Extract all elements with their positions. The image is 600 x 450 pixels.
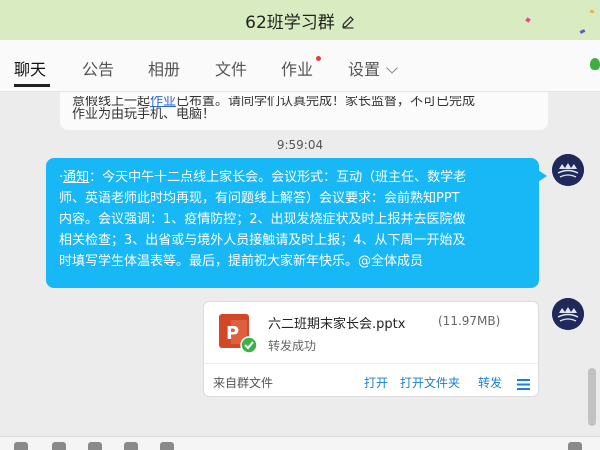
notice-message-bubble[interactable]: ·通知：今天中午十二点线上家长会。会议形式：互动（班主任、数学老 师、英语老师此… — [46, 158, 547, 288]
group-name: 62班学习群 — [245, 13, 335, 33]
tab-homework[interactable]: 作业 — [281, 56, 313, 80]
group-title[interactable]: 62班学习群 — [0, 8, 600, 33]
notification-dot — [316, 56, 321, 61]
notice-line: 内容。会议强调：1、疫情防控；2、出现发烧症状及时上报并去医院做 — [59, 212, 466, 227]
notice-link[interactable]: 通知 — [63, 170, 89, 185]
svg-text:P: P — [226, 323, 239, 344]
scissors-icon[interactable] — [88, 442, 102, 450]
title-bar: 62班学习群 — [0, 0, 600, 40]
notice-line: 相关检查；3、出省或与境外人员接触请及时上报；4、从下周一开始及 — [59, 233, 466, 248]
message-text-segment: 已布置。请同学们认真完成！家长监督，不可已完成 — [176, 94, 476, 109]
file-size: (11.97MB) — [438, 314, 501, 328]
open-folder-button[interactable]: 打开文件夹 — [400, 374, 460, 391]
tab-announcements[interactable]: 公告 — [82, 56, 114, 80]
chat-scrollbar[interactable] — [588, 368, 596, 426]
file-source: 来自群文件 — [213, 376, 274, 390]
message-bubble: 意假线上一起作业已布置。请同学们认真完成！家长监督，不可已完成 作业为由玩手机、… — [60, 92, 548, 130]
avatar[interactable] — [552, 154, 584, 186]
message-text: 作业为由玩手机、电脑！ — [72, 107, 216, 122]
emoji-icon[interactable] — [14, 442, 28, 450]
pptx-file-icon: P — [217, 312, 259, 354]
input-toolbar — [0, 436, 600, 450]
status-decoration — [590, 58, 600, 70]
edit-icon[interactable] — [341, 14, 355, 29]
file-name[interactable]: 六二班期末家长会.pptx — [268, 313, 405, 332]
tab-bar: 聊天 公告 相册 文件 作业 设置 — [0, 40, 600, 92]
tab-files[interactable]: 文件 — [215, 56, 247, 80]
chevron-down-icon — [386, 62, 398, 74]
file-info: P 六二班期末家长会.pptx (11.97MB) 转发成功 — [204, 302, 538, 364]
notice-line: ·通知：今天中午十二点线上家长会。会议形式：互动（班主任、数学老 — [59, 167, 527, 188]
notice-text: ：今天中午十二点线上家长会。会议形式：互动（班主任、数学老 — [89, 170, 467, 185]
confetti-decoration — [589, 9, 595, 14]
notice-line: 师、英语老师此时均再现，有问题线上解答）会议要求：会前熟知PPT — [59, 191, 460, 206]
tab-settings[interactable]: 设置 — [348, 56, 398, 80]
message-timestamp: 9:59:04 — [276, 138, 324, 152]
active-tab-indicator — [14, 84, 50, 87]
tab-chat[interactable]: 聊天 — [14, 56, 46, 80]
folder-icon[interactable] — [124, 442, 138, 450]
menu-icon[interactable] — [517, 375, 530, 390]
tab-settings-label: 设置 — [348, 60, 381, 79]
file-message-card[interactable]: P 六二班期末家长会.pptx (11.97MB) 转发成功 来自群文件 打开 … — [203, 301, 539, 397]
history-icon[interactable] — [568, 442, 582, 450]
chat-area[interactable]: 意假线上一起作业已布置。请同学们认真完成！家长监督，不可已完成 作业为由玩手机、… — [0, 92, 600, 436]
confetti-decoration — [579, 29, 586, 34]
more-icon[interactable] — [160, 442, 174, 450]
forward-button[interactable]: 转发 — [478, 374, 502, 391]
open-file-button[interactable]: 打开 — [364, 374, 388, 391]
file-status: 转发成功 — [268, 339, 317, 353]
image-icon[interactable] — [52, 442, 66, 450]
tab-album[interactable]: 相册 — [148, 56, 180, 80]
notice-line: 时填写学生体温表等。最后，提前祝大家新年快乐。@全体成员 — [59, 254, 424, 269]
avatar[interactable] — [552, 298, 584, 330]
